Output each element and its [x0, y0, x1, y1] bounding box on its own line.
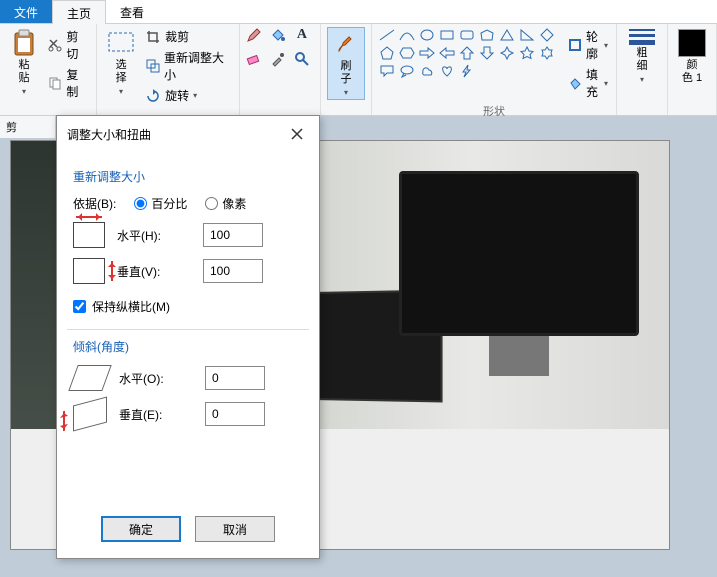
ribbon-group-shapes: 轮廓▾ 填充▾ 形状 — [372, 24, 617, 115]
bucket-icon — [568, 75, 582, 91]
color-swatch-icon — [678, 29, 706, 57]
tab-view[interactable]: 查看 — [106, 0, 158, 23]
rotate-button[interactable]: 旋转 ▾ — [143, 86, 233, 105]
shape-arrow-up-icon[interactable] — [458, 45, 476, 61]
shape-arrow-right-icon[interactable] — [418, 45, 436, 61]
magnifier-icon[interactable] — [294, 51, 310, 67]
shape-heart-icon[interactable] — [438, 63, 456, 79]
tab-file[interactable]: 文件 — [0, 0, 52, 23]
vertical-label: 垂直(V): — [117, 263, 191, 280]
brushes-button[interactable]: 刷 子 ▾ — [327, 27, 365, 100]
selection-icon — [107, 29, 135, 57]
ribbon-group-image: 选 择 ▾ 裁剪 重新调整大小 旋转 ▾ — [97, 24, 240, 115]
shape-line-icon[interactable] — [378, 27, 396, 43]
shape-arrow-left-icon[interactable] — [438, 45, 456, 61]
skew-h-label: 水平(O): — [119, 370, 193, 387]
resize-button[interactable]: 重新调整大小 — [143, 48, 233, 84]
horizontal-input[interactable] — [203, 223, 263, 247]
shape-callout-cloud-icon[interactable] — [418, 63, 436, 79]
skew-vertical-input[interactable] — [205, 402, 265, 426]
resize-vertical-icon — [73, 258, 105, 284]
shape-arrow-down-icon[interactable] — [478, 45, 496, 61]
ribbon: 粘 贴 ▾ 剪切 复制 选 择 ▾ — [0, 24, 717, 116]
shape-rect-icon[interactable] — [438, 27, 456, 43]
cancel-button[interactable]: 取消 — [195, 516, 275, 542]
menu-bar: 文件 主页 查看 — [0, 0, 717, 24]
radio-pixels[interactable]: 像素 — [205, 195, 246, 212]
skew-vertical-icon — [73, 396, 107, 431]
shape-polygon-icon[interactable] — [478, 27, 496, 43]
shape-lightning-icon[interactable] — [458, 63, 476, 79]
close-icon — [291, 128, 303, 140]
skew-group-label: 倾斜(角度) — [73, 338, 303, 355]
ribbon-group-tools: A — [240, 24, 321, 115]
shape-callout-oval-icon[interactable] — [398, 63, 416, 79]
ribbon-group-stroke: 粗 细 ▾ — [617, 24, 668, 115]
horizontal-label: 水平(H): — [117, 227, 191, 244]
dialog-titlebar: 调整大小和扭曲 — [57, 116, 319, 152]
chevron-down-icon: ▾ — [22, 87, 26, 96]
shape-oval-icon[interactable] — [418, 27, 436, 43]
shape-triangle-icon[interactable] — [498, 27, 516, 43]
close-button[interactable] — [285, 122, 309, 146]
chevron-down-icon: ▾ — [193, 91, 197, 100]
outline-icon — [568, 37, 582, 53]
shape-star4-icon[interactable] — [498, 45, 516, 61]
crop-icon — [145, 29, 161, 45]
color1-button[interactable]: 颜 色 1 — [674, 27, 710, 87]
ok-button[interactable]: 确定 — [101, 516, 181, 542]
shape-roundrect-icon[interactable] — [458, 27, 476, 43]
shape-star5-icon[interactable] — [518, 45, 536, 61]
cut-button[interactable]: 剪切 — [46, 27, 90, 63]
eraser-icon[interactable] — [246, 51, 262, 67]
fill-icon[interactable] — [270, 27, 286, 43]
eyedropper-icon[interactable] — [270, 51, 286, 67]
paste-button[interactable]: 粘 贴 ▾ — [6, 27, 42, 98]
select-button[interactable]: 选 择 ▾ — [103, 27, 139, 98]
skew-horizontal-icon — [68, 365, 111, 391]
pencil-icon[interactable] — [246, 27, 262, 43]
resize-group-label: 重新调整大小 — [73, 168, 303, 185]
shape-curve-icon[interactable] — [398, 27, 416, 43]
by-label: 依据(B): — [73, 195, 116, 212]
crop-button[interactable]: 裁剪 — [143, 27, 233, 46]
clipboard-icon — [10, 29, 38, 57]
text-icon[interactable]: A — [294, 27, 310, 43]
cropped-label: 剪 — [0, 116, 56, 138]
outline-button[interactable]: 轮廓▾ — [566, 27, 610, 63]
shape-diamond-icon[interactable] — [538, 27, 556, 43]
ribbon-group-clipboard: 粘 贴 ▾ 剪切 复制 — [0, 24, 97, 115]
stroke-lines-icon — [627, 29, 657, 45]
maintain-aspect-label: 保持纵横比(M) — [92, 298, 170, 315]
copy-icon — [48, 75, 62, 91]
brush-icon — [332, 30, 360, 58]
chevron-down-icon: ▾ — [640, 75, 644, 84]
ribbon-group-colors: 颜 色 1 — [668, 24, 717, 115]
ribbon-group-brushes: 刷 子 ▾ — [321, 24, 372, 115]
chevron-down-icon: ▾ — [119, 87, 123, 96]
scissors-icon — [48, 37, 62, 53]
dialog-title-text: 调整大小和扭曲 — [67, 126, 151, 143]
resize-icon — [145, 58, 160, 74]
radio-percentage[interactable]: 百分比 — [134, 195, 187, 212]
fill-button[interactable]: 填充▾ — [566, 65, 610, 101]
resize-horizontal-icon — [73, 222, 105, 248]
shape-rtriangle-icon[interactable] — [518, 27, 536, 43]
shape-pentagon-icon[interactable] — [378, 45, 396, 61]
shape-hexagon-icon[interactable] — [398, 45, 416, 61]
skew-horizontal-input[interactable] — [205, 366, 265, 390]
shapes-gallery[interactable] — [378, 27, 556, 79]
chevron-down-icon: ▾ — [344, 88, 348, 97]
copy-button[interactable]: 复制 — [46, 65, 90, 101]
stroke-width-button[interactable]: 粗 细 ▾ — [623, 27, 661, 86]
resize-skew-dialog: 调整大小和扭曲 重新调整大小 依据(B): 百分比 像素 水平(H): 垂直(V… — [56, 115, 320, 559]
rotate-icon — [145, 88, 161, 104]
vertical-input[interactable] — [203, 259, 263, 283]
shape-star6-icon[interactable] — [538, 45, 556, 61]
maintain-aspect-checkbox[interactable] — [73, 300, 86, 313]
shape-callout-rect-icon[interactable] — [378, 63, 396, 79]
skew-v-label: 垂直(E): — [119, 406, 193, 423]
tab-home[interactable]: 主页 — [52, 0, 106, 24]
